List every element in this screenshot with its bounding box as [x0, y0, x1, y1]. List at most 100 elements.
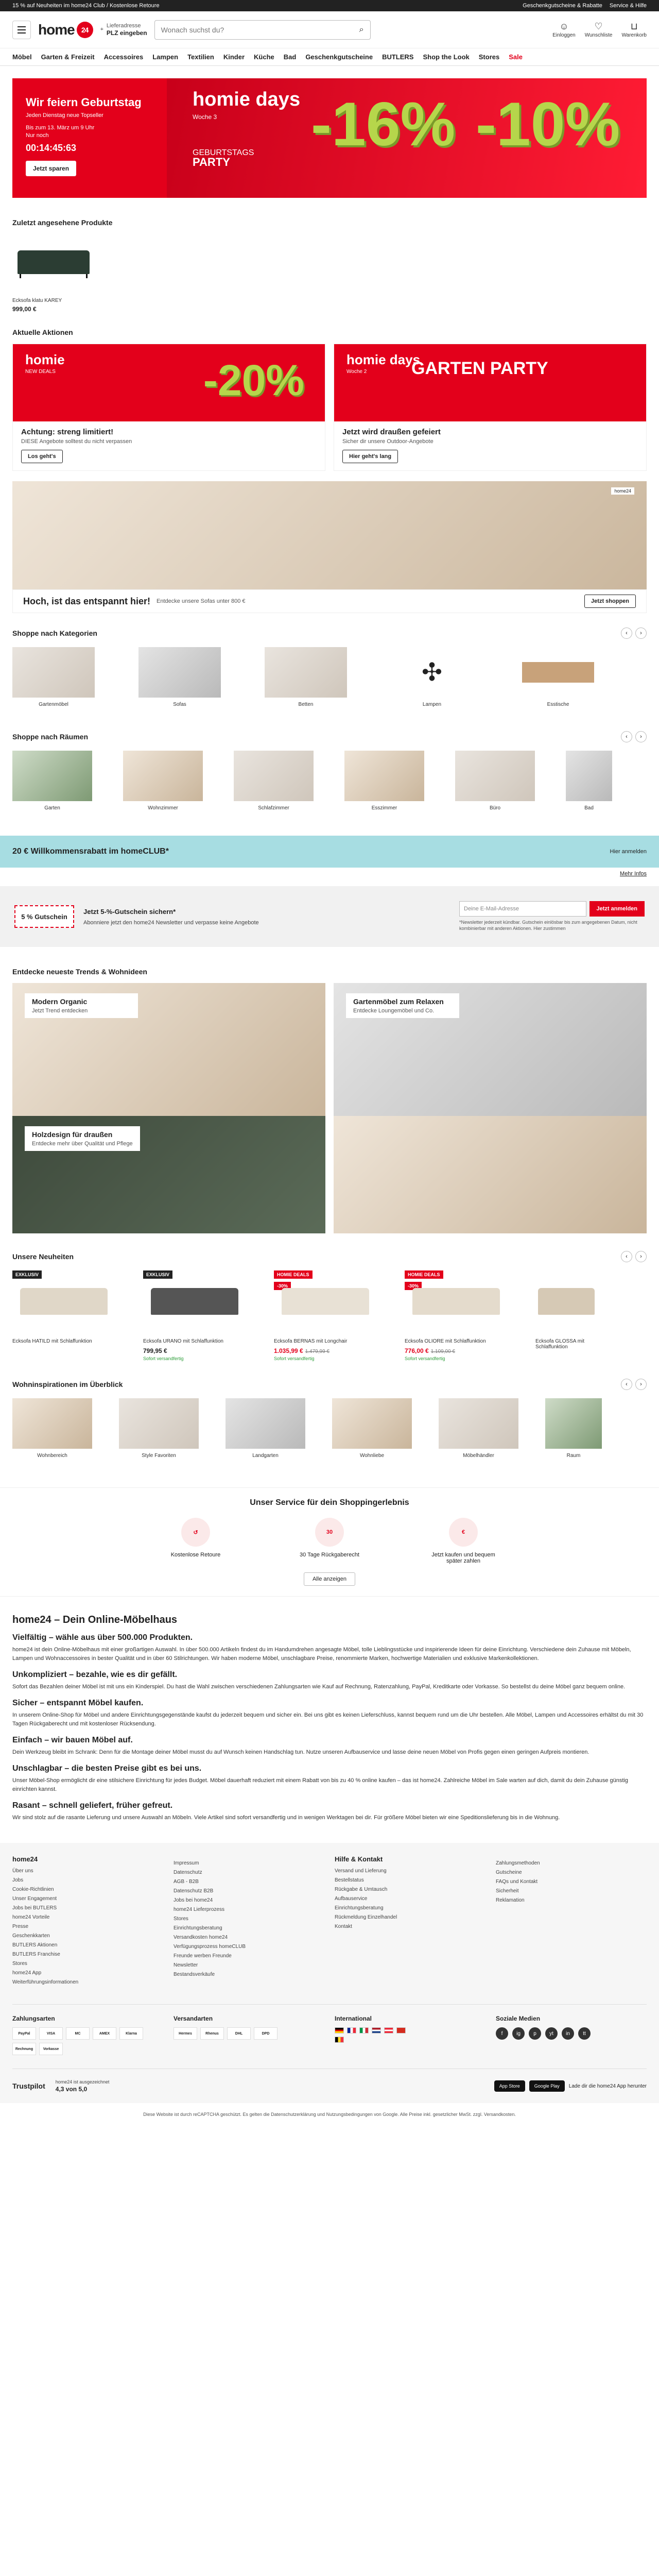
- footer-link[interactable]: Rückmeldung Einzelhandel: [335, 1914, 485, 1920]
- action-card-outdoor[interactable]: homie days Woche 2 GARTEN PARTY Jetzt wir…: [334, 344, 647, 471]
- footer-link[interactable]: Rückgabe & Umtausch: [335, 1887, 485, 1892]
- footer-link[interactable]: Einrichtungsberatung: [335, 1905, 485, 1911]
- room-card-wohnzimmer[interactable]: Wohnzimmer: [123, 751, 203, 811]
- recent-product-card[interactable]: Ecksofa klatu KAREY 999,00 €: [12, 234, 95, 313]
- carousel-prev-icon[interactable]: ‹: [621, 1379, 632, 1390]
- nav-item-sale[interactable]: Sale: [509, 53, 523, 61]
- footer-link[interactable]: BUTLERS Aktionen: [12, 1942, 163, 1948]
- nav-item-moebel[interactable]: Möbel: [12, 53, 32, 61]
- topbar-link-vouchers[interactable]: Geschenkgutscheine & Rabatte: [523, 3, 602, 9]
- footer-link[interactable]: BUTLERS Franchise: [12, 1952, 163, 1957]
- nav-item-shop-the-look[interactable]: Shop the Look: [423, 53, 469, 61]
- trustpilot-logo[interactable]: Trustpilot: [12, 2082, 45, 2090]
- newsletter-submit-button[interactable]: Jetzt anmelden: [589, 901, 645, 917]
- carousel-prev-icon[interactable]: ‹: [621, 628, 632, 639]
- promo-button[interactable]: Jetzt shoppen: [584, 595, 636, 608]
- footer-link[interactable]: Versand und Lieferung: [335, 1868, 485, 1874]
- room-card-esszimmer[interactable]: Esszimmer: [344, 751, 424, 811]
- nav-item-accessoires[interactable]: Accessoires: [104, 53, 144, 61]
- carousel-next-icon[interactable]: ›: [635, 1251, 647, 1262]
- nav-item-kinder[interactable]: Kinder: [223, 53, 245, 61]
- social-media-icon[interactable]: in: [562, 2027, 574, 2040]
- nav-item-textilien[interactable]: Textilien: [187, 53, 214, 61]
- more-info-link[interactable]: Mehr Infos: [620, 871, 647, 877]
- footer-link[interactable]: Unser Engagement: [12, 1896, 163, 1902]
- footer-link[interactable]: Newsletter: [174, 1962, 324, 1968]
- footer-link[interactable]: home24 Vorteile: [12, 1914, 163, 1920]
- nav-item-bad[interactable]: Bad: [284, 53, 297, 61]
- topbar-link-service[interactable]: Service & Hilfe: [610, 3, 647, 9]
- carousel-next-icon[interactable]: ›: [635, 1379, 647, 1390]
- action-card-limited[interactable]: homie NEW DEALS -20% Achtung: streng limi…: [12, 344, 325, 471]
- footer-link[interactable]: Geschenkkarten: [12, 1933, 163, 1939]
- category-card-betten[interactable]: Betten: [265, 647, 347, 707]
- footer-link[interactable]: Einrichtungsberatung: [174, 1925, 324, 1931]
- menu-button[interactable]: [12, 20, 31, 39]
- footer-link[interactable]: Weiterführungsinformationen: [12, 1979, 163, 1985]
- footer-link[interactable]: home24 App: [12, 1970, 163, 1976]
- footer-link[interactable]: Zahlungsmethoden: [496, 1860, 647, 1866]
- action-button[interactable]: Los geht's: [21, 450, 63, 463]
- delivery-location[interactable]: ⌖ Lieferadresse PLZ eingeben: [100, 22, 147, 38]
- category-card-lampen[interactable]: ✣ Lampen: [391, 647, 473, 707]
- social-media-icon[interactable]: p: [529, 2027, 541, 2040]
- google-play-button[interactable]: Google Play: [529, 2080, 565, 2092]
- footer-link[interactable]: Freunde werben Freunde: [174, 1953, 324, 1959]
- trend-card-modern-organic[interactable]: Modern Organic Jetzt Trend entdecken: [12, 983, 325, 1116]
- cart-button[interactable]: ⊔ Warenkorb: [621, 22, 647, 38]
- inspo-card[interactable]: Raum: [545, 1398, 602, 1459]
- footer-link[interactable]: Kontakt: [335, 1924, 485, 1929]
- newsletter-email-field[interactable]: Deine E-Mail-Adresse: [459, 901, 586, 917]
- footer-link[interactable]: Stores: [12, 1961, 163, 1967]
- login-button[interactable]: ☺ Einloggen: [552, 22, 575, 38]
- footer-link[interactable]: Reklamation: [496, 1897, 647, 1903]
- footer-link[interactable]: Stores: [174, 1916, 324, 1922]
- footer-link[interactable]: Über uns: [12, 1868, 163, 1874]
- product-card[interactable]: EXKLUSIV Ecksofa HATILD mit Schlaffunkti…: [12, 1270, 115, 1361]
- footer-link[interactable]: Cookie-Richtlinien: [12, 1887, 163, 1892]
- homeclub-link[interactable]: Hier anmelden: [610, 849, 647, 855]
- footer-link[interactable]: Sicherheit: [496, 1888, 647, 1894]
- trend-card-garden-table[interactable]: [334, 1116, 647, 1233]
- product-card[interactable]: HOMIE DEALS -30% Ecksofa OLIORE mit Schla…: [405, 1270, 508, 1361]
- footer-link[interactable]: Datenschutz B2B: [174, 1888, 324, 1894]
- inspo-card[interactable]: Landgarten: [226, 1398, 305, 1459]
- footer-link[interactable]: Jobs bei home24: [174, 1897, 324, 1903]
- service-show-all-button[interactable]: Alle anzeigen: [303, 1572, 356, 1586]
- carousel-prev-icon[interactable]: ‹: [621, 1251, 632, 1262]
- footer-link[interactable]: Presse: [12, 1924, 163, 1929]
- footer-link[interactable]: Bestandsverkäufe: [174, 1972, 324, 1977]
- carousel-next-icon[interactable]: ›: [635, 628, 647, 639]
- country-flags[interactable]: [335, 2027, 407, 2043]
- social-media-icon[interactable]: ig: [512, 2027, 525, 2040]
- app-store-button[interactable]: App Store: [494, 2080, 525, 2092]
- room-card-schlafzimmer[interactable]: Schlafzimmer: [234, 751, 314, 811]
- hero-banner[interactable]: Wir feiern Geburtstag Jeden Dienstag neu…: [12, 78, 647, 198]
- search-input[interactable]: Wonach suchst du? ⌕: [154, 20, 371, 40]
- footer-link[interactable]: Datenschutz: [174, 1870, 324, 1875]
- inspo-card[interactable]: Möbelhändler: [439, 1398, 518, 1459]
- footer-link[interactable]: Aufbauservice: [335, 1896, 485, 1902]
- footer-link[interactable]: AGB - B2B: [174, 1879, 324, 1885]
- room-card-buero[interactable]: Büro: [455, 751, 535, 811]
- product-card[interactable]: EXKLUSIV Ecksofa URANO mit Schlaffunktio…: [143, 1270, 246, 1361]
- footer-link[interactable]: Gutscheine: [496, 1870, 647, 1875]
- footer-link[interactable]: Jobs: [12, 1877, 163, 1883]
- footer-link[interactable]: home24 Lieferprozess: [174, 1907, 324, 1912]
- category-card-esstische[interactable]: Esstische: [517, 647, 599, 707]
- room-card-garten[interactable]: Garten: [12, 751, 92, 811]
- carousel-next-icon[interactable]: ›: [635, 731, 647, 742]
- nav-item-kueche[interactable]: Küche: [254, 53, 274, 61]
- category-card-gartenmoebel[interactable]: Gartenmöbel: [12, 647, 95, 707]
- product-card[interactable]: Ecksofa GLOSSA mit Schlaffunktion: [535, 1270, 597, 1361]
- footer-link[interactable]: Impressum: [174, 1860, 324, 1866]
- nav-item-butlers[interactable]: BUTLERS: [382, 53, 413, 61]
- inspo-card[interactable]: Style Favoriten: [119, 1398, 199, 1459]
- carousel-prev-icon[interactable]: ‹: [621, 731, 632, 742]
- category-card-sofas[interactable]: Sofas: [138, 647, 221, 707]
- nav-item-gutscheine[interactable]: Geschenkgutscheine: [305, 53, 373, 61]
- social-media-icon[interactable]: tt: [578, 2027, 591, 2040]
- wishlist-button[interactable]: ♡ Wunschliste: [585, 22, 613, 38]
- footer-link[interactable]: Versandkosten home24: [174, 1935, 324, 1940]
- social-media-icon[interactable]: yt: [545, 2027, 558, 2040]
